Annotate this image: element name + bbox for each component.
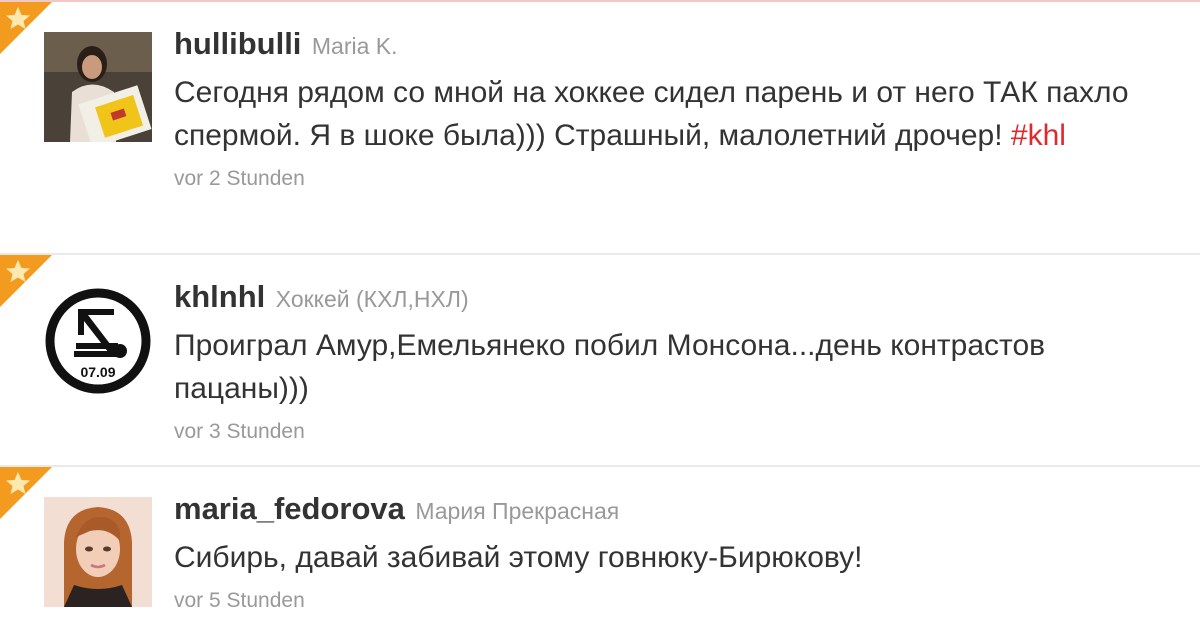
timestamp-link[interactable]: vor 3 Stunden: [174, 420, 1160, 444]
lokomotiv-logo-icon: 07.09: [44, 285, 152, 395]
avatar[interactable]: [44, 497, 152, 607]
avatar[interactable]: 07.09: [44, 285, 152, 395]
full-name: Хоккей (КХЛ,НХЛ): [275, 286, 469, 312]
tweet-item[interactable]: hullibulli Maria K. Сегодня рядом со мно…: [0, 2, 1200, 255]
tweet-text-body: Сегодня рядом со мной на хоккее сидел па…: [174, 76, 1129, 152]
screen-name-link[interactable]: khlnhl: [174, 279, 265, 314]
user-photo-icon: [44, 497, 152, 607]
tweet-item[interactable]: maria_fedorova Мария Прекрасная Сибирь, …: [0, 467, 1200, 630]
user-photo-icon: [44, 32, 152, 142]
tweet-item[interactable]: 07.09 khlnhl Хоккей (КХЛ,НХЛ) Проиграл А…: [0, 255, 1200, 467]
full-name: Мария Прекрасная: [415, 498, 620, 524]
full-name: Maria K.: [311, 33, 398, 59]
timestamp-link[interactable]: vor 2 Stunden: [174, 167, 1160, 191]
avatar[interactable]: [44, 32, 152, 142]
hashtag-link[interactable]: #khl: [1011, 119, 1066, 152]
tweet-text: Сибирь, давай забивай этому говнюку-Бирю…: [174, 541, 863, 574]
tweet-text: Проиграл Амур,Емельянеко побил Монсона..…: [174, 329, 1046, 405]
screen-name-link[interactable]: maria_fedorova: [174, 491, 405, 526]
screen-name-link[interactable]: hullibulli: [174, 26, 301, 61]
avatar-logo-text: 07.09: [80, 364, 115, 380]
timestamp-link[interactable]: vor 5 Stunden: [174, 589, 1160, 613]
tweet-text: Сегодня рядом со мной на хоккее сидел па…: [174, 71, 1160, 157]
